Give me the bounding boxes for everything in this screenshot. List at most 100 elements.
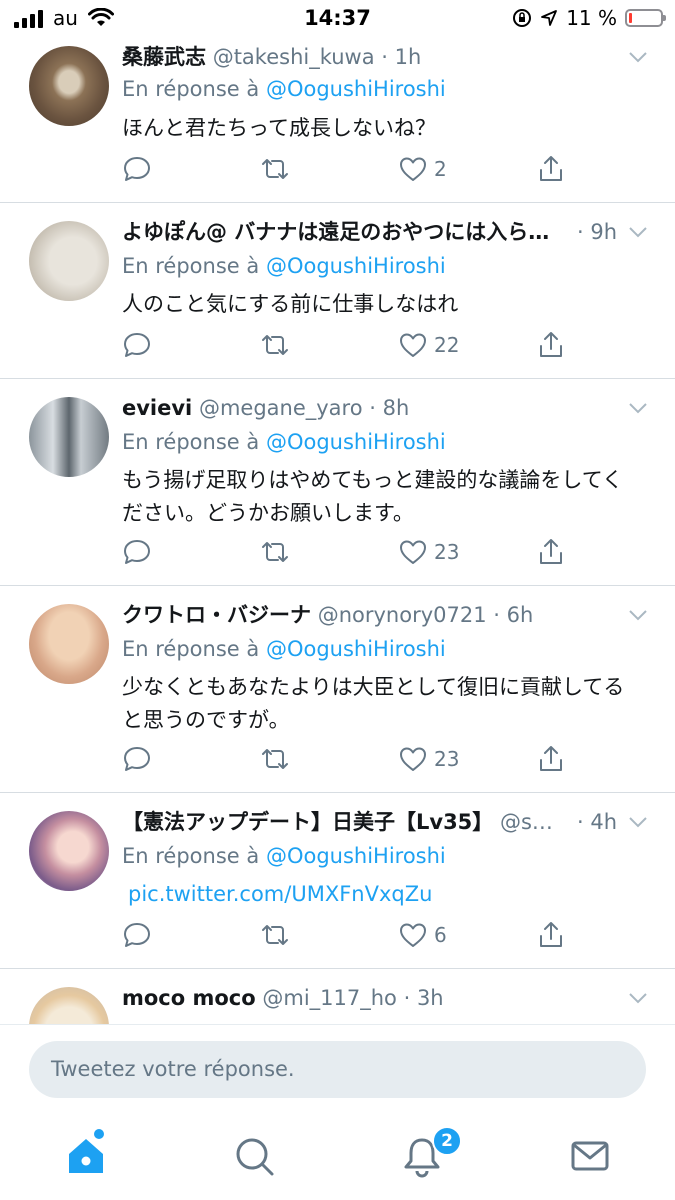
tweet-text: 少なくともあなたよりは大臣として復旧に貢献してると思うのですが。 — [122, 675, 625, 732]
tweet[interactable]: 桑藤武志 @takeshi_kuwa · 1h En réponse à @Oo… — [0, 36, 675, 203]
tweet-header: クワトロ・バジーナ @norynory0721 · 6h — [122, 598, 615, 632]
like-count: 6 — [434, 923, 447, 947]
display-name[interactable]: クワトロ・バジーナ — [122, 603, 311, 627]
like-button[interactable]: 2 — [398, 154, 447, 184]
tweet[interactable]: クワトロ・バジーナ @norynory0721 · 6h En réponse … — [0, 586, 675, 793]
retweet-button[interactable] — [260, 920, 290, 950]
search-icon — [236, 1138, 274, 1176]
timestamp: · 3h — [403, 986, 444, 1010]
tab-home[interactable] — [64, 1134, 108, 1178]
display-name[interactable]: evievi — [122, 396, 192, 420]
reply-mention[interactable]: @OogushiHiroshi — [266, 637, 446, 661]
tweet[interactable]: moco moco @mi_117_ho · 3h — [0, 969, 675, 1024]
status-right: 11 % — [512, 6, 666, 30]
retweet-icon — [262, 159, 288, 179]
like-button[interactable]: 6 — [398, 920, 447, 950]
chevron-down-icon[interactable] — [627, 811, 649, 833]
share-icon — [540, 156, 562, 181]
avatar[interactable] — [29, 221, 109, 301]
tweet-actions: 23 — [122, 744, 582, 780]
battery-level — [629, 13, 632, 23]
tweet-link[interactable]: pic.twitter.com/UMXFnVxqZu — [128, 878, 648, 911]
reply-mention[interactable]: @OogushiHiroshi — [266, 844, 446, 868]
chevron-down-icon[interactable] — [627, 46, 649, 68]
tweet-text: 人のこと気にする前に仕事しなはれ — [122, 292, 459, 316]
reply-composer: Tweetez votre réponse. — [0, 1024, 675, 1112]
avatar[interactable] — [29, 46, 109, 126]
heart-icon — [400, 923, 426, 947]
chevron-down-icon[interactable] — [627, 604, 649, 626]
tweet[interactable]: よゆぽん@ バナナは遠足のおやつには入ら… · 9h En réponse à … — [0, 203, 675, 379]
display-name[interactable]: 桑藤武志 — [122, 45, 206, 69]
share-button[interactable] — [536, 744, 566, 774]
tab-bar — [0, 1112, 675, 1200]
retweet-icon — [262, 335, 288, 355]
tweet-header: moco moco @mi_117_ho · 3h — [122, 981, 615, 1015]
share-button[interactable] — [536, 537, 566, 567]
like-button[interactable]: 22 — [398, 330, 459, 360]
retweet-button[interactable] — [260, 154, 290, 184]
display-name[interactable]: よゆぽん@ バナナは遠足のおやつには入ら… — [122, 220, 549, 244]
reply-icon — [124, 540, 150, 564]
retweet-button[interactable] — [260, 537, 290, 567]
battery-icon — [625, 9, 666, 27]
chevron-down-icon[interactable] — [627, 397, 649, 419]
reply-context: En réponse à @OogushiHiroshi — [122, 72, 446, 106]
retweet-button[interactable] — [260, 744, 290, 774]
avatar[interactable] — [29, 604, 109, 684]
tab-messages[interactable] — [568, 1134, 612, 1178]
handle: @norynory0721 — [317, 603, 487, 627]
like-button[interactable]: 23 — [398, 744, 459, 774]
reply-mention[interactable]: @OogushiHiroshi — [266, 77, 446, 101]
mail-icon — [571, 1141, 609, 1171]
reply-button[interactable] — [122, 330, 152, 360]
tweet[interactable]: 【憲法アップデート】日美子【Lv35】 @s… · 4h En réponse … — [0, 793, 675, 969]
tweet[interactable]: evievi @megane_yaro · 8h En réponse à @O… — [0, 379, 675, 586]
tweet-actions: 2 — [122, 154, 582, 190]
reply-context: En réponse à @OogushiHiroshi — [122, 249, 446, 283]
tweet-actions: 23 — [122, 537, 582, 573]
share-button[interactable] — [536, 154, 566, 184]
reply-prefix: En réponse à — [122, 254, 260, 278]
reply-icon — [124, 333, 150, 357]
timestamp: · 4h — [577, 810, 618, 834]
retweet-icon — [262, 749, 288, 769]
tab-search[interactable] — [232, 1134, 276, 1178]
share-button[interactable] — [536, 330, 566, 360]
reply-context: En réponse à @OogushiHiroshi — [122, 425, 446, 459]
avatar[interactable] — [29, 811, 109, 891]
timestamp: · 8h — [369, 396, 410, 420]
reply-button[interactable] — [122, 920, 152, 950]
reply-input[interactable]: Tweetez votre réponse. — [29, 1041, 646, 1098]
display-name[interactable]: moco moco — [122, 986, 256, 1010]
like-count: 23 — [434, 747, 460, 771]
reply-prefix: En réponse à — [122, 77, 260, 101]
timestamp: · 6h — [493, 603, 534, 627]
reply-icon — [124, 747, 150, 771]
avatar[interactable] — [29, 987, 109, 1024]
reply-prefix: En réponse à — [122, 844, 260, 868]
reply-mention[interactable]: @OogushiHiroshi — [266, 254, 446, 278]
share-icon — [540, 746, 562, 771]
reply-button[interactable] — [122, 744, 152, 774]
reply-button[interactable] — [122, 154, 152, 184]
reply-mention[interactable]: @OogushiHiroshi — [266, 430, 446, 454]
reply-timeline[interactable]: 桑藤武志 @takeshi_kuwa · 1h En réponse à @Oo… — [0, 36, 675, 1024]
chevron-down-icon[interactable] — [627, 987, 649, 1009]
tweet-header: 【憲法アップデート】日美子【Lv35】 @s… — [122, 805, 575, 839]
tweet-text: ほんと君たちって成長しないね？ — [122, 116, 436, 140]
tweet-actions: 22 — [122, 330, 582, 366]
retweet-button[interactable] — [260, 330, 290, 360]
heart-icon — [400, 333, 426, 357]
handle: @mi_117_ho — [262, 986, 397, 1010]
reply-button[interactable] — [122, 537, 152, 567]
share-button[interactable] — [536, 920, 566, 950]
chevron-down-icon[interactable] — [627, 221, 649, 243]
like-button[interactable]: 23 — [398, 537, 459, 567]
avatar[interactable] — [29, 397, 109, 477]
timestamp: · 9h — [577, 220, 618, 244]
reply-context: En réponse à @OogushiHiroshi — [122, 632, 446, 666]
display-name[interactable]: 【憲法アップデート】日美子【Lv35】 — [122, 810, 493, 834]
heart-icon — [400, 747, 426, 771]
reply-icon — [124, 157, 150, 181]
